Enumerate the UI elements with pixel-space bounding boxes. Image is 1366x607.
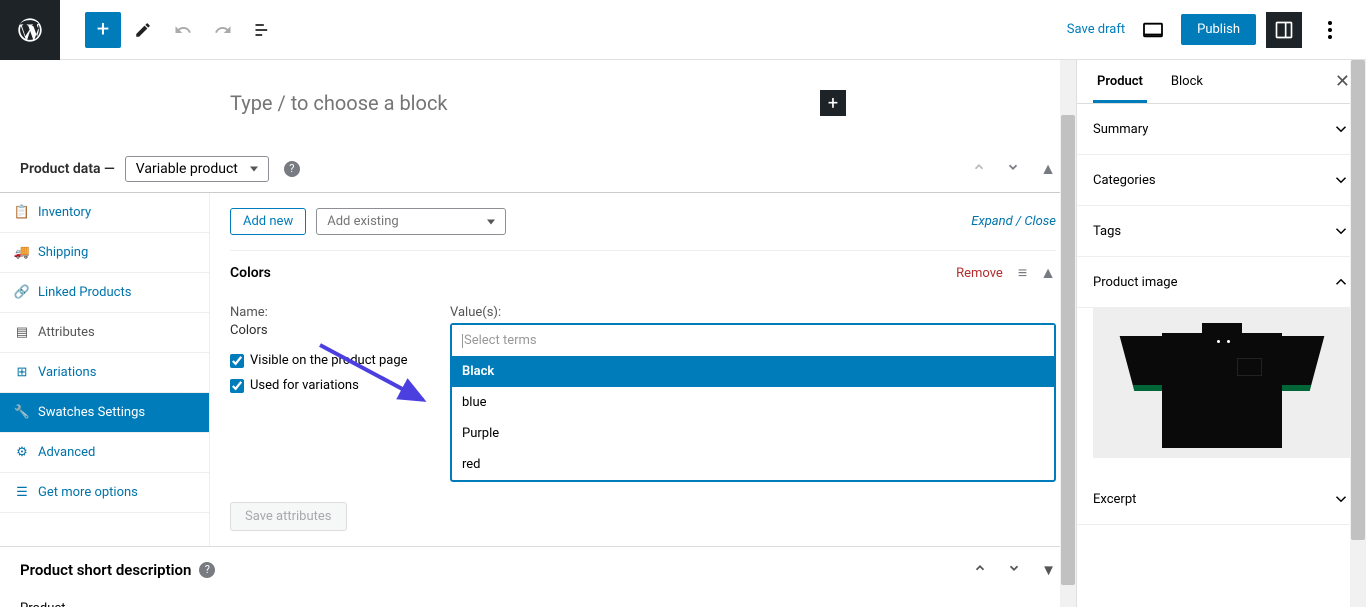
sidebar-tab-product[interactable]: Product bbox=[1093, 60, 1147, 103]
name-label: Name: bbox=[230, 305, 410, 320]
tab-swatches-settings[interactable]: 🔧Swatches Settings bbox=[0, 393, 209, 433]
close-icon[interactable]: ✕ bbox=[1335, 71, 1350, 92]
visible-checkbox-row[interactable]: Visible on the product page bbox=[230, 353, 410, 368]
add-existing-select[interactable]: Add existing bbox=[316, 208, 506, 235]
save-draft-link[interactable]: Save draft bbox=[1067, 22, 1125, 37]
move-down-icon[interactable] bbox=[1007, 561, 1021, 579]
sidebar-scrollbar[interactable] bbox=[1350, 60, 1366, 607]
undo-icon[interactable] bbox=[165, 12, 201, 48]
editor-topbar: + Save draft Publish bbox=[0, 0, 1366, 60]
move-up-icon[interactable] bbox=[973, 561, 987, 579]
block-inserter-toggle[interactable]: + bbox=[85, 12, 121, 48]
help-icon[interactable]: ? bbox=[284, 161, 300, 177]
preview-icon[interactable] bbox=[1135, 12, 1171, 48]
block-placeholder[interactable]: Type / to choose a block bbox=[230, 91, 448, 115]
edit-tool-icon[interactable] bbox=[125, 12, 161, 48]
toggle-panel-icon[interactable]: ▼ bbox=[1041, 561, 1056, 579]
option-black[interactable]: Black bbox=[452, 356, 1054, 387]
breadcrumb-product[interactable]: Product bbox=[0, 593, 1076, 607]
settings-sidebar: Product Block ✕ Summary Categories Tags … bbox=[1076, 60, 1366, 607]
attribute-row-header: Colors Remove ≡ ▲ bbox=[230, 250, 1056, 295]
select-terms-input[interactable]: Select terms bbox=[452, 325, 1054, 356]
section-tags[interactable]: Tags bbox=[1077, 206, 1366, 257]
tab-variations[interactable]: ⊞Variations bbox=[0, 353, 209, 393]
save-attributes-button: Save attributes bbox=[230, 502, 347, 531]
product-data-header: Product data — Variable product ? ▲ bbox=[0, 146, 1076, 193]
settings-toggle-icon[interactable] bbox=[1266, 12, 1302, 48]
wrench-icon: 🔧 bbox=[14, 405, 30, 420]
sidebar-tab-block[interactable]: Block bbox=[1167, 60, 1207, 103]
option-red[interactable]: red bbox=[452, 449, 1054, 480]
product-data-tabs: 📋Inventory 🚚Shipping 🔗Linked Products ▤A… bbox=[0, 193, 210, 546]
publish-button[interactable]: Publish bbox=[1181, 14, 1256, 45]
attribute-title: Colors bbox=[230, 265, 271, 281]
help-icon[interactable]: ? bbox=[199, 562, 215, 578]
used-variations-checkbox[interactable] bbox=[230, 379, 244, 393]
move-down-icon[interactable] bbox=[1006, 159, 1020, 179]
option-blue[interactable]: blue bbox=[452, 387, 1054, 418]
product-type-select[interactable]: Variable product bbox=[125, 156, 269, 182]
option-purple[interactable]: Purple bbox=[452, 418, 1054, 449]
link-icon: 🔗 bbox=[14, 285, 30, 300]
short-description-panel: Product short description ? ▼ bbox=[0, 546, 1076, 593]
shipping-icon: 🚚 bbox=[14, 245, 30, 260]
attribute-name-value: Colors bbox=[230, 323, 410, 338]
main-scrollbar[interactable] bbox=[1060, 60, 1076, 607]
document-overview-icon[interactable] bbox=[245, 12, 281, 48]
tab-get-more[interactable]: ☰Get more options bbox=[0, 473, 209, 513]
editor-main: Type / to choose a block + Product data … bbox=[0, 60, 1076, 607]
hamburger-icon: ☰ bbox=[14, 485, 30, 500]
product-data-label: Product data — bbox=[20, 161, 115, 177]
section-categories[interactable]: Categories bbox=[1077, 155, 1366, 206]
redo-icon[interactable] bbox=[205, 12, 241, 48]
toggle-panel-icon[interactable]: ▲ bbox=[1040, 159, 1056, 179]
short-desc-label: Product short description bbox=[20, 561, 191, 579]
attribute-values-select[interactable]: Select terms Black blue Purple red bbox=[450, 323, 1056, 482]
product-shirt-image bbox=[1122, 318, 1322, 448]
add-block-button[interactable]: + bbox=[820, 90, 846, 116]
section-excerpt[interactable]: Excerpt bbox=[1077, 474, 1366, 525]
drag-handle-icon[interactable]: ≡ bbox=[1018, 263, 1025, 283]
values-label: Value(s): bbox=[450, 305, 1056, 320]
variations-icon: ⊞ bbox=[14, 365, 30, 380]
tab-inventory[interactable]: 📋Inventory bbox=[0, 193, 209, 233]
wordpress-logo[interactable] bbox=[0, 0, 60, 60]
visible-checkbox[interactable] bbox=[230, 354, 244, 368]
tab-attributes[interactable]: ▤Attributes bbox=[0, 313, 209, 353]
remove-attribute-link[interactable]: Remove bbox=[956, 266, 1003, 281]
section-summary[interactable]: Summary bbox=[1077, 104, 1366, 155]
attributes-icon: ▤ bbox=[14, 325, 30, 340]
product-image-preview[interactable] bbox=[1077, 308, 1366, 474]
add-new-attribute-button[interactable]: Add new bbox=[230, 208, 306, 235]
options-icon[interactable] bbox=[1312, 12, 1348, 48]
expand-close-link[interactable]: Expand / Close bbox=[971, 214, 1056, 229]
section-product-image[interactable]: Product image bbox=[1077, 257, 1366, 308]
move-up-icon[interactable] bbox=[972, 159, 986, 179]
used-variations-checkbox-row[interactable]: Used for variations bbox=[230, 378, 410, 393]
tab-advanced[interactable]: ⚙Advanced bbox=[0, 433, 209, 473]
tab-shipping[interactable]: 🚚Shipping bbox=[0, 233, 209, 273]
inventory-icon: 📋 bbox=[14, 205, 30, 220]
gear-icon: ⚙ bbox=[14, 445, 30, 460]
collapse-icon[interactable]: ▲ bbox=[1040, 263, 1056, 283]
tab-linked-products[interactable]: 🔗Linked Products bbox=[0, 273, 209, 313]
